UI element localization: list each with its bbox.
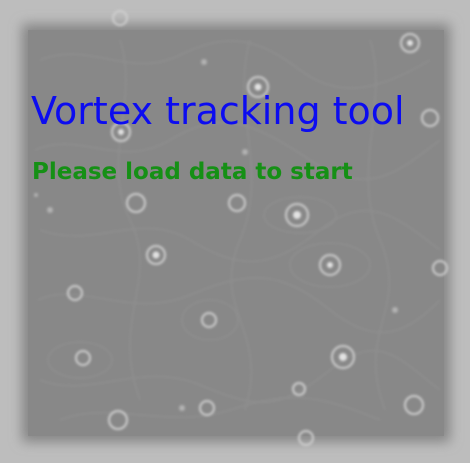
app-title: Vortex tracking tool (31, 89, 405, 133)
vortex-flow-field-image (0, 0, 470, 463)
splash-screen: Vortex tracking tool Please load data to… (0, 0, 470, 463)
load-data-prompt: Please load data to start (32, 159, 353, 185)
